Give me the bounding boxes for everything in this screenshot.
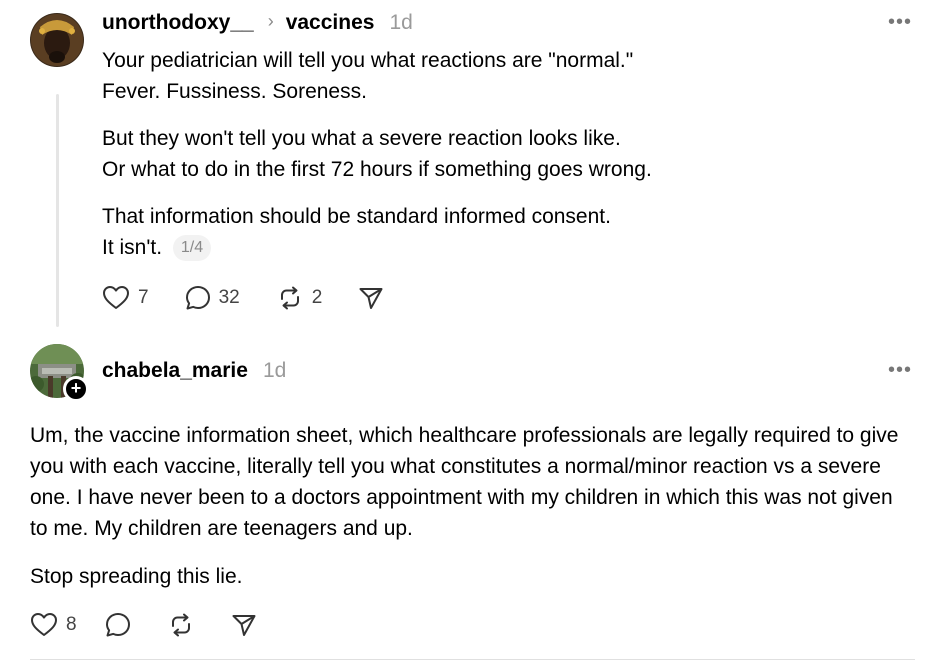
like-button[interactable]: 7 [102,285,149,311]
text-line: Fever. Fussiness. Soreness. [102,80,367,103]
post-text: Stop spreading this lie. [30,565,243,588]
share-icon [232,615,256,636]
more-icon[interactable]: ••• [888,360,912,380]
share-button[interactable] [231,612,257,638]
comment-icon [185,286,210,310]
comment-icon [105,613,130,637]
action-bar: 8 [30,612,293,638]
thread-connector-line [56,94,59,327]
text-line: But they won't tell you what a severe re… [102,127,621,150]
topic-tag[interactable]: vaccines [286,11,375,35]
timestamp: 1d [389,11,413,34]
heart-icon [103,286,129,309]
text-line: It isn't. 1/4 [102,232,902,263]
repost-button[interactable] [167,612,195,638]
like-count: 7 [138,287,149,308]
text-line: Or what to do in the first 72 hours if s… [102,158,652,181]
divider [30,659,915,660]
reply-button[interactable] [105,612,131,638]
post-header: chabela_marie 1d [102,359,286,383]
more-icon[interactable]: ••• [888,12,912,32]
text-line: That information should be standard info… [102,205,611,228]
like-count: 8 [66,614,77,635]
repost-count: 2 [311,287,323,308]
avatar[interactable] [30,13,84,67]
thread-pager[interactable]: 1/4 [172,235,212,261]
reply-button[interactable]: 32 [185,285,240,311]
text-fragment: It isn't. [102,236,163,259]
text-line: Your pediatrician will tell you what rea… [102,49,634,72]
like-button[interactable]: 8 [30,612,77,638]
repost-icon [171,613,190,637]
repost-icon [280,286,299,310]
heart-icon [31,613,57,636]
post-text: But they won't tell you what a severe re… [102,123,902,185]
follow-button[interactable]: + [63,376,89,402]
timestamp: 1d [262,359,287,382]
reply-count: 32 [218,287,240,308]
username[interactable]: chabela_marie [102,359,248,383]
post-text: Your pediatrician will tell you what rea… [102,45,902,107]
post-text: Um, the vaccine information sheet, which… [30,424,899,540]
post-header: unorthodoxy__ › vaccines 1d [102,11,413,35]
post-text: That information should be standard info… [102,201,902,263]
thread-view: unorthodoxy__ › vaccines 1d ••• Your ped… [0,0,930,663]
username[interactable]: unorthodoxy__ [102,11,254,35]
share-icon [359,288,383,309]
action-bar: 7 32 2 [102,285,420,311]
chevron-right-icon: › [267,11,274,31]
repost-button[interactable]: 2 [276,285,323,311]
share-button[interactable] [358,285,384,311]
